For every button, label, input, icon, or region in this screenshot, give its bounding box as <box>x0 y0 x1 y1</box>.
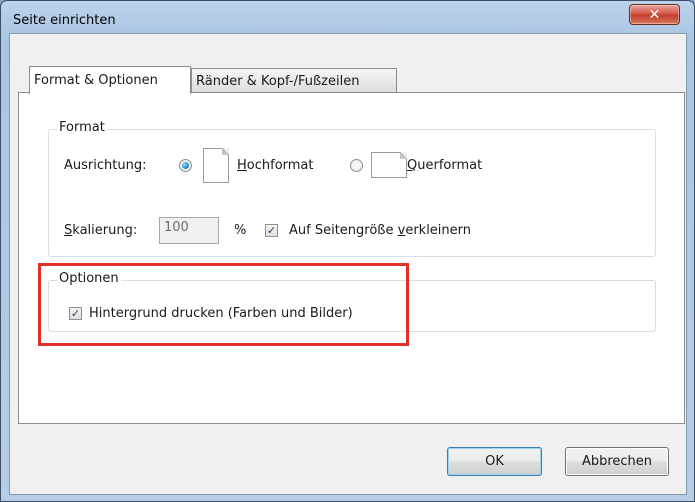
cancel-button[interactable]: Abbrechen <box>565 447 669 476</box>
landscape-rest: uerformat <box>417 158 483 173</box>
landscape-accel: Q <box>407 158 418 173</box>
portrait-radio[interactable] <box>179 159 192 172</box>
landscape-radio[interactable] <box>350 159 363 172</box>
tab-label: Format & Optionen <box>34 73 158 88</box>
shrink-before: Auf Seitengröße <box>289 223 398 238</box>
background-checkbox[interactable]: ✓ <box>69 307 82 320</box>
percent-label: % <box>234 223 247 238</box>
close-button[interactable]: ✕ <box>629 4 680 25</box>
format-group-title: Format <box>57 120 107 135</box>
window-title: Seite einrichten <box>13 13 116 28</box>
scaling-rest: kalierung: <box>72 223 138 238</box>
portrait-label[interactable]: Hochformat <box>237 158 314 173</box>
tab-raender-kopf-fusszeilen[interactable]: Ränder & Kopf-/Fußzeilen <box>191 68 397 93</box>
background-label[interactable]: Hintergrund drucken (Farben und Bilder) <box>89 306 353 321</box>
close-icon: ✕ <box>648 6 661 23</box>
options-group-title: Optionen <box>57 271 121 286</box>
portrait-accel: H <box>237 158 247 173</box>
portrait-page-icon <box>203 148 229 183</box>
orientation-label: Ausrichtung: <box>64 158 147 173</box>
landscape-page-icon <box>371 152 407 178</box>
dialog-window: Seite einrichten ✕ Format & Optionen Rän… <box>0 0 695 502</box>
portrait-rest: ochformat <box>246 158 314 173</box>
scaling-label: Skalierung: <box>64 223 137 238</box>
tab-format-optionen[interactable]: Format & Optionen <box>29 66 191 94</box>
tab-label: Ränder & Kopf-/Fußzeilen <box>196 73 360 89</box>
shrink-after: erkleinern <box>405 223 472 238</box>
shrink-label[interactable]: Auf Seitengröße verkleinern <box>289 223 471 238</box>
landscape-label[interactable]: Querformat <box>407 158 482 173</box>
ok-button[interactable]: OK <box>447 447 542 476</box>
scaling-input[interactable]: 100 <box>159 217 219 244</box>
shrink-checkbox[interactable]: ✓ <box>265 224 278 237</box>
